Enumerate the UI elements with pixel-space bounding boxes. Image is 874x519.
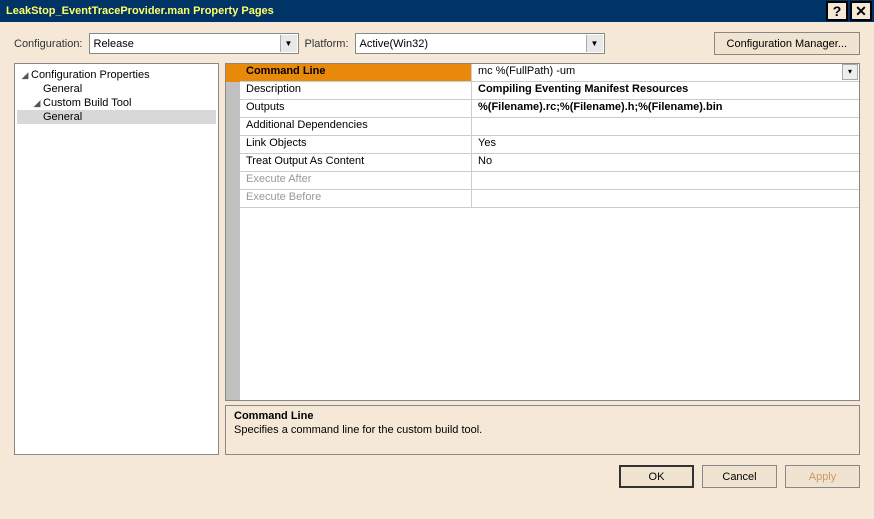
help-button[interactable]: ? bbox=[826, 1, 848, 21]
titlebar: LeakStop_EventTraceProvider.man Property… bbox=[0, 0, 874, 22]
property-value[interactable]: Yes bbox=[472, 136, 859, 153]
tree-label: General bbox=[43, 111, 82, 123]
property-name: Execute Before bbox=[240, 190, 472, 207]
property-value[interactable]: mc %(FullPath) -um▾ bbox=[472, 64, 859, 81]
property-grid: Command Linemc %(FullPath) -um▾Descripti… bbox=[225, 63, 860, 401]
navigation-tree[interactable]: ◢ Configuration Properties General ◢ Cus… bbox=[14, 63, 219, 455]
property-value[interactable] bbox=[472, 190, 859, 207]
property-value[interactable]: No bbox=[472, 154, 859, 171]
description-panel: Command Line Specifies a command line fo… bbox=[225, 405, 860, 455]
property-value[interactable] bbox=[472, 118, 859, 135]
config-toolbar: Configuration: Release ▼ Platform: Activ… bbox=[0, 22, 874, 63]
expand-arrow-icon: ◢ bbox=[31, 98, 43, 109]
description-title: Command Line bbox=[234, 410, 851, 422]
apply-button[interactable]: Apply bbox=[785, 465, 860, 488]
property-name: Execute After bbox=[240, 172, 472, 189]
property-row[interactable]: Additional Dependencies bbox=[240, 118, 859, 136]
property-name: Additional Dependencies bbox=[240, 118, 472, 135]
chevron-down-icon: ▼ bbox=[280, 35, 297, 52]
tree-node-custom-build-tool[interactable]: ◢ Custom Build Tool bbox=[17, 96, 216, 110]
property-name: Treat Output As Content bbox=[240, 154, 472, 171]
tree-node-general[interactable]: General bbox=[17, 82, 216, 96]
chevron-down-icon[interactable]: ▾ bbox=[842, 64, 858, 80]
cancel-button[interactable]: Cancel bbox=[702, 465, 777, 488]
tree-label: Configuration Properties bbox=[31, 69, 150, 81]
configuration-manager-button[interactable]: Configuration Manager... bbox=[714, 32, 860, 55]
property-row[interactable]: Treat Output As ContentNo bbox=[240, 154, 859, 172]
property-name: Link Objects bbox=[240, 136, 472, 153]
platform-label: Platform: bbox=[305, 38, 349, 50]
tree-label: General bbox=[43, 83, 82, 95]
property-value[interactable] bbox=[472, 172, 859, 189]
property-row[interactable]: Command Linemc %(FullPath) -um▾ bbox=[240, 64, 859, 82]
property-row[interactable]: DescriptionCompiling Eventing Manifest R… bbox=[240, 82, 859, 100]
close-button[interactable]: ✕ bbox=[850, 1, 872, 21]
description-text: Specifies a command line for the custom … bbox=[234, 424, 851, 436]
expand-arrow-icon: ◢ bbox=[19, 70, 31, 81]
platform-value: Active(Win32) bbox=[360, 38, 428, 50]
dialog-footer: OK Cancel Apply bbox=[0, 455, 874, 498]
configuration-dropdown[interactable]: Release ▼ bbox=[89, 33, 299, 54]
property-name: Description bbox=[240, 82, 472, 99]
ok-button[interactable]: OK bbox=[619, 465, 694, 488]
grid-gutter bbox=[226, 82, 240, 400]
platform-dropdown[interactable]: Active(Win32) ▼ bbox=[355, 33, 605, 54]
tree-node-custom-build-general[interactable]: General bbox=[17, 110, 216, 124]
grid-selection-marker bbox=[226, 64, 240, 82]
configuration-label: Configuration: bbox=[14, 38, 83, 50]
property-row[interactable]: Execute Before bbox=[240, 190, 859, 208]
tree-node-configuration-properties[interactable]: ◢ Configuration Properties bbox=[17, 68, 216, 82]
chevron-down-icon: ▼ bbox=[586, 35, 603, 52]
property-row[interactable]: Execute After bbox=[240, 172, 859, 190]
property-name: Outputs bbox=[240, 100, 472, 117]
property-name: Command Line bbox=[240, 64, 472, 81]
property-row[interactable]: Link ObjectsYes bbox=[240, 136, 859, 154]
property-value[interactable]: Compiling Eventing Manifest Resources bbox=[472, 82, 859, 99]
tree-label: Custom Build Tool bbox=[43, 97, 131, 109]
window-title: LeakStop_EventTraceProvider.man Property… bbox=[6, 5, 274, 17]
property-row[interactable]: Outputs%(Filename).rc;%(Filename).h;%(Fi… bbox=[240, 100, 859, 118]
configuration-value: Release bbox=[94, 38, 134, 50]
property-value[interactable]: %(Filename).rc;%(Filename).h;%(Filename)… bbox=[472, 100, 859, 117]
